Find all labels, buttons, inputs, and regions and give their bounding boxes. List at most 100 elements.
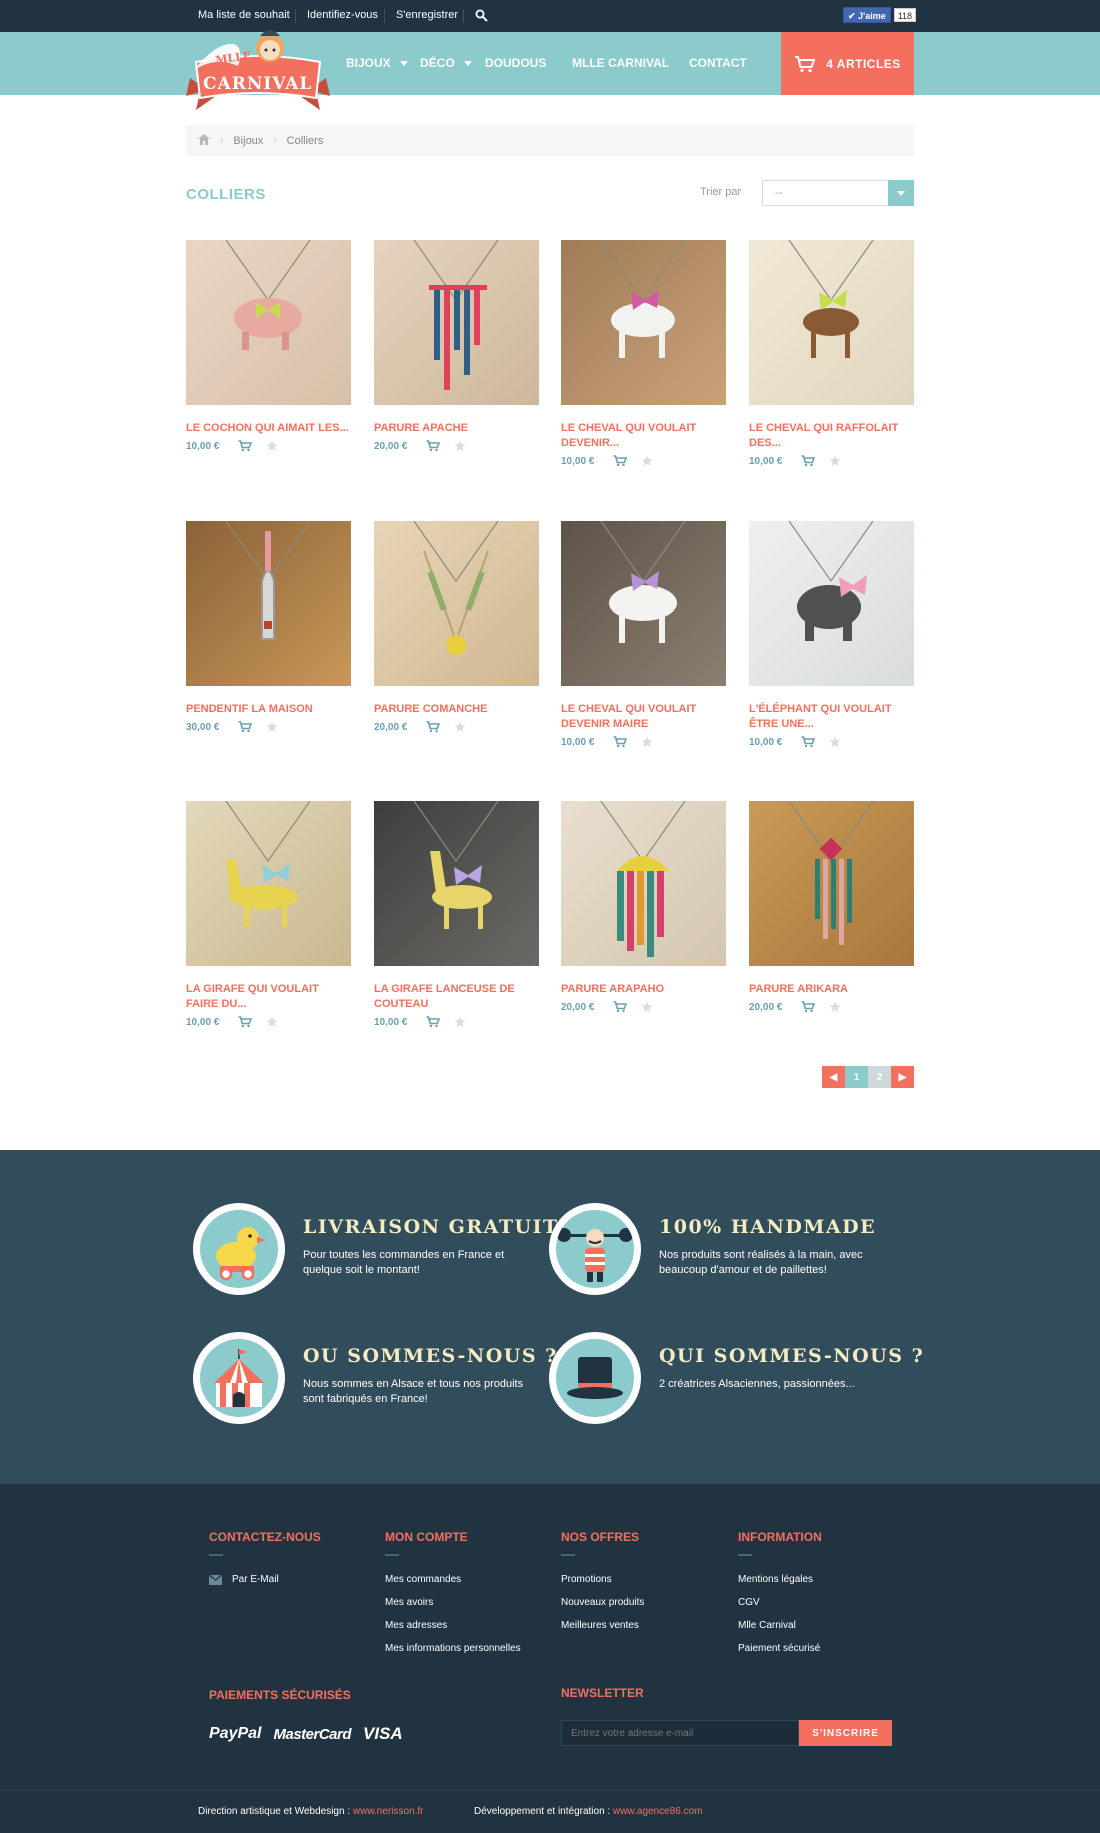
- footer-link[interactable]: CGV: [738, 1591, 822, 1614]
- product-name[interactable]: LE CHEVAL QUI VOULAIT DEVENIR...: [561, 421, 726, 451]
- product-image[interactable]: [561, 240, 726, 405]
- next-page-button[interactable]: ▶: [891, 1066, 914, 1088]
- product-name[interactable]: LE COCHON QUI AIMAIT LES...: [186, 421, 351, 436]
- star-icon[interactable]: [641, 1001, 653, 1013]
- add-to-cart-icon[interactable]: [801, 736, 815, 748]
- add-to-cart-icon[interactable]: [426, 1016, 440, 1028]
- footer-link[interactable]: Mentions légales: [738, 1568, 822, 1591]
- add-to-cart-icon[interactable]: [801, 455, 815, 467]
- product-card[interactable]: LE CHEVAL QUI VOULAIT DEVENIR... 10,00 €: [561, 240, 726, 467]
- footer-heading: CONTACTEZ-NOUS: [209, 1530, 321, 1544]
- product-image[interactable]: [374, 801, 539, 966]
- add-to-cart-icon[interactable]: [426, 721, 440, 733]
- product-image[interactable]: [749, 521, 914, 686]
- star-icon[interactable]: [829, 455, 841, 467]
- facebook-like-button[interactable]: ✔ J'aime: [843, 7, 891, 23]
- product-card[interactable]: LA GIRAFE LANCEUSE DE COUTEAU 10,00 €: [374, 801, 539, 1028]
- product-name[interactable]: PARURE COMANCHE: [374, 702, 539, 717]
- add-to-cart-icon[interactable]: [238, 440, 252, 452]
- add-to-cart-icon[interactable]: [426, 440, 440, 452]
- nav-mlle-carnival[interactable]: MLLE CARNIVAL: [572, 32, 669, 95]
- product-name[interactable]: PARURE APACHE: [374, 421, 539, 436]
- star-icon[interactable]: [454, 440, 466, 452]
- add-to-cart-icon[interactable]: [613, 455, 627, 467]
- product-image[interactable]: [749, 240, 914, 405]
- product-card[interactable]: PARURE ARAPAHO 20,00 €: [561, 801, 726, 1013]
- dev-credit-link[interactable]: www.agence86.com: [613, 1806, 703, 1817]
- nav-deco[interactable]: DÉCO: [420, 32, 472, 95]
- add-to-cart-icon[interactable]: [613, 1001, 627, 1013]
- product-card[interactable]: LE CHEVAL QUI RAFFOLAIT DES... 10,00 €: [749, 240, 914, 467]
- product-card[interactable]: LA GIRAFE QUI VOULAIT FAIRE DU... 10,00 €: [186, 801, 351, 1028]
- footer-link[interactable]: Nouveaux produits: [561, 1591, 644, 1614]
- star-icon[interactable]: [829, 736, 841, 748]
- add-to-cart-icon[interactable]: [801, 1001, 815, 1013]
- star-icon[interactable]: [266, 721, 278, 733]
- product-card[interactable]: PENDENTIF LA MAISON 30,00 €: [186, 521, 351, 733]
- star-icon[interactable]: [454, 721, 466, 733]
- product-name[interactable]: L'ÉLÉPHANT QUI VOULAIT ÊTRE UNE...: [749, 702, 914, 732]
- newsletter-subscribe-button[interactable]: S'INSCRIRE: [799, 1720, 892, 1746]
- product-card[interactable]: PARURE APACHE 20,00 €: [374, 240, 539, 452]
- footer-link[interactable]: Mes adresses: [385, 1614, 521, 1637]
- footer-link[interactable]: Meilleures ventes: [561, 1614, 644, 1637]
- nav-contact[interactable]: CONTACT: [689, 32, 747, 95]
- footer-link[interactable]: Mes avoirs: [385, 1591, 521, 1614]
- email-link[interactable]: Par E-Mail: [209, 1568, 321, 1591]
- top-bar: Ma liste de souhait Identifiez-vous S'en…: [0, 0, 1100, 32]
- page-1-button[interactable]: 1: [845, 1066, 868, 1088]
- footer-link[interactable]: Mes informations personnelles: [385, 1637, 521, 1660]
- breadcrumb-bijoux[interactable]: Bijoux: [233, 135, 263, 147]
- product-card[interactable]: LE COCHON QUI AIMAIT LES... 10,00 €: [186, 240, 351, 452]
- pagination: ◀ 1 2 ▶: [822, 1066, 914, 1088]
- page-2-button[interactable]: 2: [868, 1066, 891, 1088]
- facebook-like-count: 118: [893, 8, 917, 22]
- footer-link[interactable]: Paiement sécurisé: [738, 1637, 822, 1660]
- product-card[interactable]: PARURE COMANCHE 20,00 €: [374, 521, 539, 733]
- product-card[interactable]: PARURE ARIKARA 20,00 €: [749, 801, 914, 1013]
- star-icon[interactable]: [829, 1001, 841, 1013]
- star-icon[interactable]: [454, 1016, 466, 1028]
- add-to-cart-icon[interactable]: [238, 721, 252, 733]
- home-icon[interactable]: [198, 133, 210, 148]
- footer-link[interactable]: Mes commandes: [385, 1568, 521, 1591]
- register-link[interactable]: S'enregistrer: [396, 0, 458, 32]
- product-name[interactable]: LA GIRAFE LANCEUSE DE COUTEAU: [374, 982, 539, 1012]
- product-image[interactable]: [561, 521, 726, 686]
- product-card[interactable]: LE CHEVAL QUI VOULAIT DEVENIR MAIRE 10,00…: [561, 521, 726, 748]
- footer-link[interactable]: Promotions: [561, 1568, 644, 1591]
- nav-bijoux[interactable]: BIJOUX: [346, 32, 408, 95]
- product-image[interactable]: [186, 521, 351, 686]
- product-image[interactable]: [374, 521, 539, 686]
- product-name[interactable]: LA GIRAFE QUI VOULAIT FAIRE DU...: [186, 982, 351, 1012]
- site-logo[interactable]: MLLE CARNIVAL: [186, 26, 330, 112]
- chevron-down-icon[interactable]: [888, 180, 914, 206]
- product-image[interactable]: [561, 801, 726, 966]
- design-credit-link[interactable]: www.nerisson.fr: [353, 1806, 424, 1817]
- product-name[interactable]: PENDENTIF LA MAISON: [186, 702, 351, 717]
- star-icon[interactable]: [266, 1016, 278, 1028]
- star-icon[interactable]: [266, 440, 278, 452]
- nav-doudous[interactable]: DOUDOUS: [485, 32, 546, 95]
- product-name[interactable]: PARURE ARAPAHO: [561, 982, 726, 997]
- add-to-cart-icon[interactable]: [613, 736, 627, 748]
- prev-page-button[interactable]: ◀: [822, 1066, 845, 1088]
- product-name[interactable]: PARURE ARIKARA: [749, 982, 914, 997]
- search-icon[interactable]: [475, 9, 488, 27]
- star-icon[interactable]: [641, 736, 653, 748]
- facebook-like-widget[interactable]: ✔ J'aime 118: [843, 7, 917, 23]
- product-image[interactable]: [186, 240, 351, 405]
- footer-link[interactable]: Mlle Carnival: [738, 1614, 822, 1637]
- add-to-cart-icon[interactable]: [238, 1016, 252, 1028]
- product-name[interactable]: LE CHEVAL QUI RAFFOLAIT DES...: [749, 421, 914, 451]
- nav-label: DÉCO: [420, 56, 455, 70]
- product-card[interactable]: L'ÉLÉPHANT QUI VOULAIT ÊTRE UNE... 10,00 …: [749, 521, 914, 748]
- product-image[interactable]: [749, 801, 914, 966]
- newsletter-email-input[interactable]: [561, 1720, 799, 1746]
- product-name[interactable]: LE CHEVAL QUI VOULAIT DEVENIR MAIRE: [561, 702, 726, 732]
- product-image[interactable]: [186, 801, 351, 966]
- sort-select[interactable]: --: [762, 180, 914, 206]
- star-icon[interactable]: [641, 455, 653, 467]
- product-image[interactable]: [374, 240, 539, 405]
- cart-button[interactable]: 4 ARTICLES: [781, 32, 914, 95]
